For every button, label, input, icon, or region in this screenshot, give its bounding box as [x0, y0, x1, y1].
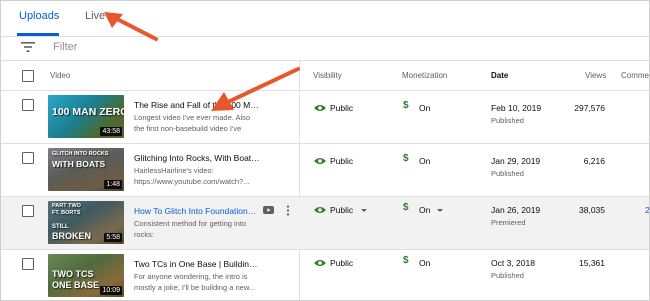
- video-title[interactable]: Glitching Into Rocks, With Boats |...: [134, 153, 260, 163]
- content-window: Uploads Live Video Visibility Monetizati…: [0, 0, 650, 301]
- publish-status: Premiered: [491, 218, 526, 227]
- more-vert-icon[interactable]: [286, 205, 290, 216]
- publish-date: Jan 29, 2019: [491, 156, 541, 166]
- visibility-value: Public: [330, 103, 354, 113]
- thumbnail-text: BROKEN: [52, 231, 92, 241]
- duration-badge: 1:48: [104, 180, 122, 189]
- view-count: 297,576: [574, 103, 605, 113]
- thumbnail-text: WITH BOATS: [52, 159, 106, 169]
- thumbnail-text: ONE BASE: [52, 280, 100, 290]
- select-all-checkbox[interactable]: [22, 70, 34, 82]
- dollar-icon: $: [403, 202, 409, 213]
- description-line: Consistent method for getting into: [134, 219, 247, 228]
- row-checkbox[interactable]: [22, 152, 34, 164]
- visibility-value[interactable]: Public: [330, 205, 353, 215]
- video-thumbnail[interactable]: 100 MAN ZERG 43:58: [48, 95, 124, 138]
- thumbnail-text: TWO TCS: [52, 269, 94, 279]
- row-checkbox[interactable]: [22, 99, 34, 111]
- monetization-value: On: [419, 258, 431, 268]
- youtube-icon[interactable]: [263, 206, 274, 214]
- description-line: HairlessHairline's video:: [134, 166, 214, 175]
- description-line: the first non-basebuild video I've: [134, 124, 242, 133]
- publish-date: Jan 26, 2019: [491, 205, 541, 215]
- video-title[interactable]: Two TCs in One Base | Building a ...: [134, 259, 260, 269]
- view-count: 15,361: [579, 258, 605, 268]
- dollar-icon: $: [403, 255, 409, 266]
- thumbnail-text: FT. BORTS: [52, 210, 81, 216]
- video-title[interactable]: The Rise and Fall of the 100 Man...: [134, 100, 260, 110]
- row-checkbox[interactable]: [22, 258, 34, 270]
- publish-status: Published: [491, 169, 524, 178]
- tab-live[interactable]: Live: [85, 10, 105, 22]
- filter-bar: [1, 37, 649, 61]
- table-row[interactable]: 100 MAN ZERG 43:58 The Rise and Fall of …: [1, 91, 649, 144]
- description-line: For anyone wondering, the intro is: [134, 272, 248, 281]
- dollar-icon: $: [403, 153, 409, 164]
- description-line: Longest video I've ever made. Also: [134, 113, 251, 122]
- monetization-value: On: [419, 103, 431, 113]
- duration-badge: 10:09: [100, 286, 122, 295]
- tab-uploads[interactable]: Uploads: [19, 10, 59, 22]
- duration-badge: 43:58: [100, 127, 122, 136]
- publish-date: Oct 3, 2018: [491, 258, 535, 268]
- video-description: HairlessHairline's video: https://www.yo…: [134, 165, 259, 187]
- publish-status: Published: [491, 116, 524, 125]
- video-description: Consistent method for getting into rocks…: [134, 218, 259, 240]
- column-views[interactable]: Views: [585, 71, 606, 80]
- tab-bar: Uploads Live: [1, 1, 649, 37]
- table-row[interactable]: GLITCH INTO ROCKS WITH BOATS 1:48 Glitch…: [1, 144, 649, 197]
- video-description: Longest video I've ever made. Also the f…: [134, 112, 259, 134]
- column-comments[interactable]: Commen: [621, 71, 649, 80]
- video-thumbnail[interactable]: TWO TCS ONE BASE 10:09: [48, 254, 124, 297]
- thumbnail-text: STILL: [52, 224, 69, 230]
- table-row[interactable]: PART TWO FT. BORTS STILL BROKEN 5:58 How…: [1, 197, 649, 250]
- description-line: rocks:: [134, 230, 155, 239]
- description-line: https://www.youtube.com/watch?...: [134, 177, 250, 186]
- filter-input[interactable]: [53, 39, 233, 55]
- eye-icon: [314, 260, 326, 266]
- table-row[interactable]: TWO TCS ONE BASE 10:09 Two TCs in One Ba…: [1, 250, 649, 300]
- active-tab-indicator: [17, 33, 59, 36]
- comment-count[interactable]: 22: [645, 205, 649, 215]
- thumbnail-text: PART TWO: [52, 203, 81, 209]
- eye-icon: [314, 105, 326, 111]
- column-visibility[interactable]: Visibility: [313, 71, 342, 80]
- video-thumbnail[interactable]: GLITCH INTO ROCKS WITH BOATS 1:48: [48, 148, 124, 191]
- thumbnail-text: 100 MAN ZERG: [52, 106, 124, 118]
- monetization-value[interactable]: On: [419, 205, 430, 215]
- eye-icon: [314, 207, 326, 213]
- duration-badge: 5:58: [104, 233, 122, 242]
- column-monetization[interactable]: Monetization: [402, 71, 447, 80]
- column-video: Video: [50, 71, 71, 80]
- dollar-icon: $: [403, 100, 409, 111]
- visibility-value: Public: [330, 258, 354, 268]
- column-date[interactable]: Date: [491, 71, 508, 80]
- filter-icon[interactable]: [21, 42, 35, 52]
- video-description: For anyone wondering, the intro is mostl…: [134, 271, 259, 293]
- video-thumbnail[interactable]: PART TWO FT. BORTS STILL BROKEN 5:58: [48, 201, 124, 244]
- monetization-value: On: [419, 156, 431, 166]
- eye-icon: [314, 158, 326, 164]
- row-checkbox[interactable]: [22, 205, 34, 217]
- visibility-dropdown-arrow[interactable]: [361, 209, 367, 212]
- view-count: 38,035: [579, 205, 605, 215]
- description-line: mostly a joke, I'll be building a new...: [134, 283, 256, 292]
- thumbnail-text: GLITCH INTO ROCKS: [52, 151, 109, 157]
- view-count: 6,216: [583, 156, 605, 166]
- publish-status: Published: [491, 271, 524, 280]
- table-header: Video Visibility Monetization Date Views…: [1, 61, 649, 91]
- video-title[interactable]: How To Glitch Into Foundations ...: [134, 206, 260, 216]
- visibility-value: Public: [330, 156, 354, 166]
- monetization-dropdown-arrow[interactable]: [437, 209, 443, 212]
- publish-date: Feb 10, 2019: [491, 103, 542, 113]
